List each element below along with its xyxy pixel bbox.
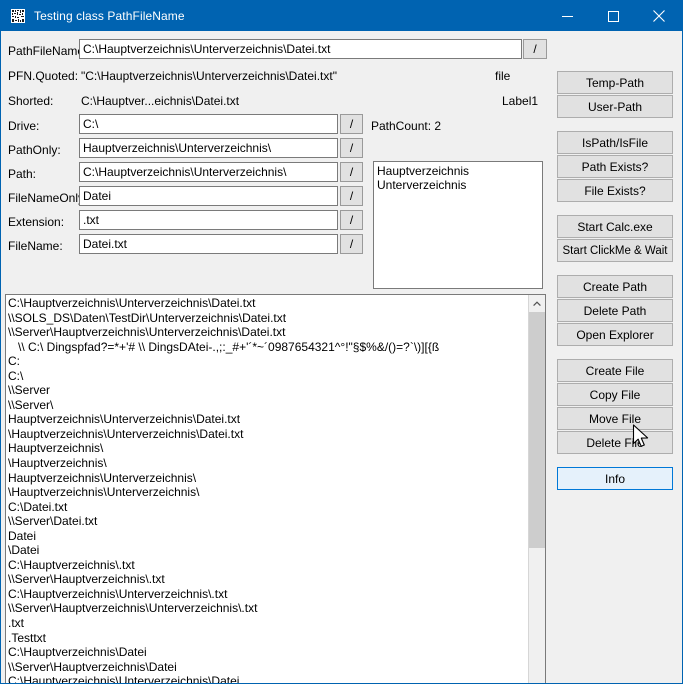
open-explorer-button[interactable]: Open Explorer <box>557 323 673 346</box>
scrollbar-thumb[interactable] <box>529 312 545 548</box>
label-pfn-quoted: PFN.Quoted: <box>8 69 79 83</box>
drive-input[interactable]: C:\ <box>79 114 338 134</box>
create-file-button[interactable]: Create File <box>557 359 673 382</box>
chevron-up-icon <box>533 300 541 306</box>
close-button[interactable] <box>636 1 682 31</box>
extension-slash-button[interactable]: / <box>340 210 363 230</box>
maximize-button[interactable] <box>590 1 636 31</box>
caption-buttons <box>544 1 682 31</box>
user-path-button[interactable]: User-Path <box>557 95 673 118</box>
create-path-button[interactable]: Create Path <box>557 275 673 298</box>
extension-input[interactable]: .txt <box>79 210 338 230</box>
copy-file-button[interactable]: Copy File <box>557 383 673 406</box>
label1: Label1 <box>502 94 539 108</box>
list-item[interactable]: Unterverzeichnis <box>377 178 542 192</box>
maximize-icon <box>607 10 619 22</box>
filenameonly-slash-button[interactable]: / <box>340 186 363 206</box>
label-drive: Drive: <box>8 119 40 133</box>
start-calc-button[interactable]: Start Calc.exe <box>557 215 673 238</box>
label-extension: Extension: <box>8 215 65 229</box>
path-count-label: PathCount: 2 <box>371 119 442 133</box>
pathfilename-input[interactable]: C:\Hauptverzeichnis\Unterverzeichnis\Dat… <box>79 39 522 59</box>
label-filenameonly: FileNameOnly: <box>8 191 88 205</box>
close-icon <box>653 10 665 22</box>
title-bar: Testing class PathFileName <box>1 1 682 31</box>
path-input[interactable]: C:\Hauptverzeichnis\Unterverzeichnis\ <box>79 162 338 182</box>
drive-slash-button[interactable]: / <box>340 114 363 134</box>
delete-path-button[interactable]: Delete Path <box>557 299 673 322</box>
filename-input[interactable]: Datei.txt <box>79 234 338 254</box>
filenameonly-input[interactable]: Datei <box>79 186 338 206</box>
window-title: Testing class PathFileName <box>34 9 185 23</box>
path-slash-button[interactable]: / <box>340 162 363 182</box>
minimize-button[interactable] <box>544 1 590 31</box>
minimize-icon <box>561 15 573 17</box>
list-item[interactable]: Hauptverzeichnis <box>377 164 542 178</box>
label-shorted: Shorted: <box>8 94 54 108</box>
pathfilename-slash-button[interactable]: / <box>523 39 547 59</box>
path-parts-listbox[interactable]: Hauptverzeichnis Unterverzeichnis <box>373 161 543 289</box>
temp-path-button[interactable]: Temp-Path <box>557 71 673 94</box>
label-filename: FileName: <box>8 239 63 253</box>
ispath-isfile-button[interactable]: IsPath/IsFile <box>557 131 673 154</box>
label-path: Path: <box>8 167 37 181</box>
label-pathfilename: PathFileName: <box>8 44 88 58</box>
info-button[interactable]: Info <box>557 467 673 490</box>
file-exists-button[interactable]: File Exists? <box>557 179 673 202</box>
client-area: PathFileName: C:\Hauptverzeichnis\Unterv… <box>1 31 682 683</box>
path-exists-button[interactable]: Path Exists? <box>557 155 673 178</box>
application-window: Testing class PathFileName PathFileName: <box>0 0 683 684</box>
memo-scrollbar[interactable] <box>528 295 545 683</box>
pfn-quoted-value: "C:\Hauptverzeichnis\Unterverzeichnis\Da… <box>81 69 337 83</box>
filename-slash-button[interactable]: / <box>340 234 363 254</box>
shorted-value: C:\Hauptver...eichnis\Datei.txt <box>81 94 240 108</box>
pathonly-input[interactable]: Hauptverzeichnis\Unterverzeichnis\ <box>79 138 338 158</box>
label-pathonly: PathOnly: <box>8 143 61 157</box>
pathonly-slash-button[interactable]: / <box>340 138 363 158</box>
start-clickme-wait-button[interactable]: Start ClickMe & Wait <box>557 239 673 262</box>
move-file-button[interactable]: Move File <box>557 407 673 430</box>
output-memo[interactable]: C:\Hauptverzeichnis\Unterverzeichnis\Dat… <box>5 294 546 684</box>
output-memo-text: C:\Hauptverzeichnis\Unterverzeichnis\Dat… <box>8 296 440 684</box>
app-icon <box>11 9 25 23</box>
delete-file-button[interactable]: Delete File <box>557 431 673 454</box>
file-label: file <box>495 69 511 83</box>
scroll-up-icon[interactable] <box>529 295 545 312</box>
